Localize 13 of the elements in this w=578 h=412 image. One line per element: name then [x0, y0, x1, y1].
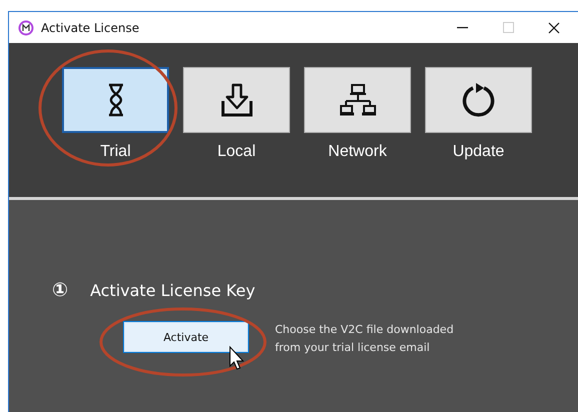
cursor-icon — [230, 346, 244, 370]
activate-button[interactable]: Activate — [123, 321, 249, 353]
step-number: ① — [52, 279, 68, 301]
network-icon — [340, 83, 376, 117]
step-title: Activate License Key — [90, 280, 256, 300]
hourglass-icon — [108, 83, 124, 117]
app-logo-icon — [18, 20, 34, 36]
step-description: Choose the V2C file downloaded from your trial license email — [275, 322, 455, 356]
refresh-icon — [462, 82, 496, 118]
download-icon — [220, 83, 252, 117]
minimize-icon[interactable] — [456, 26, 468, 28]
close-icon[interactable] — [548, 22, 560, 34]
window-title: Activate License — [41, 20, 140, 34]
